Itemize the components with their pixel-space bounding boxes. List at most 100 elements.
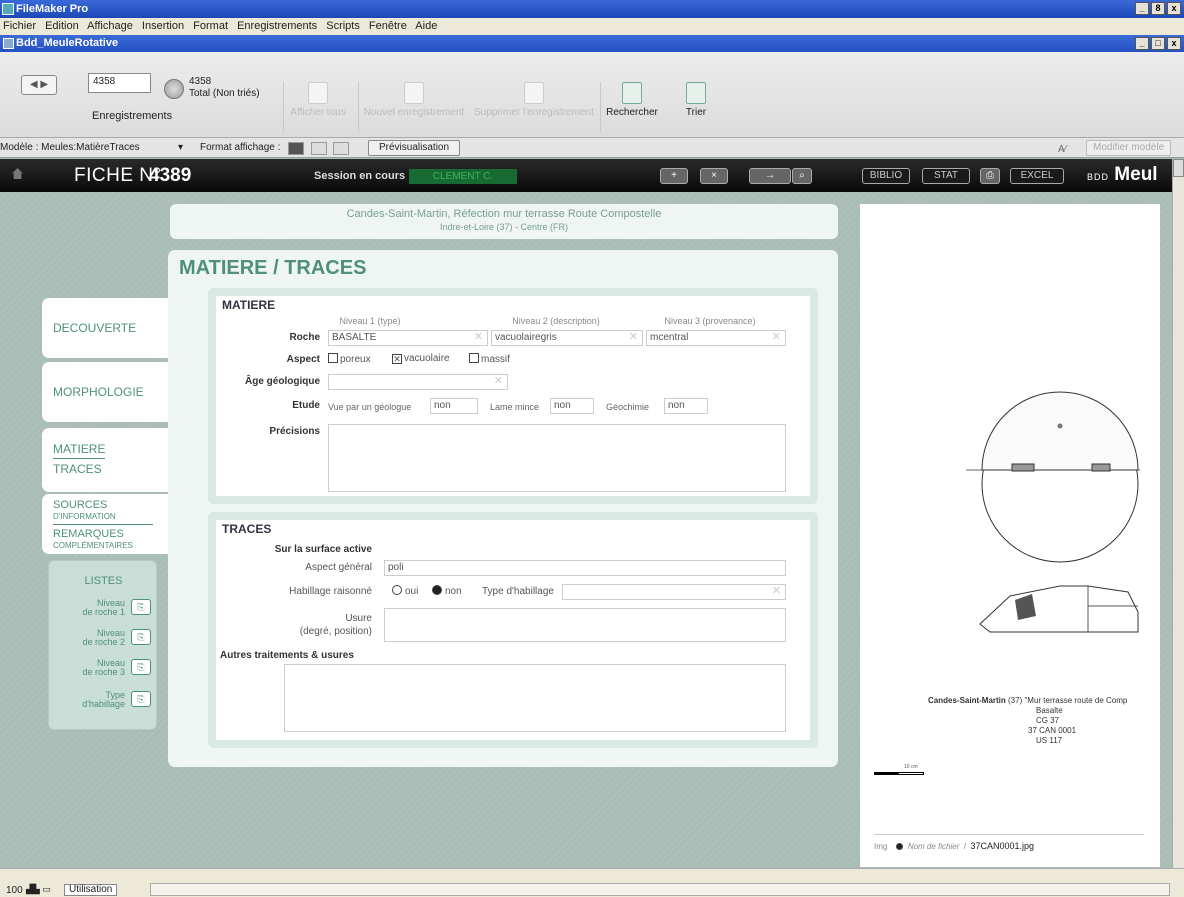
print-icon[interactable]: ⎙ [980, 168, 1000, 184]
radio-icon[interactable] [895, 843, 903, 850]
session-label: Session en cours : [314, 170, 412, 182]
aspect-massif-checkbox[interactable]: massif [469, 353, 510, 365]
tab-matiere-traces[interactable]: MATIERE TRACES [42, 428, 168, 492]
document-icon [3, 38, 14, 49]
tab-decouverte[interactable]: DECOUVERTE [42, 298, 168, 358]
find-button[interactable]: Rechercher [604, 82, 660, 118]
tab-remarques[interactable]: REMARQUES [53, 529, 168, 540]
column-header-niveau-3: Niveau 3 (provenance) [664, 316, 756, 326]
clear-icon: ✕ [473, 331, 483, 343]
menu-format[interactable]: Format [193, 20, 228, 32]
show-all-button[interactable]: Afficher tous [283, 82, 353, 118]
page-title: MATIERE / TRACES [179, 257, 367, 279]
doc-minimize-button[interactable]: _ [1135, 37, 1149, 50]
navigate-records-icon[interactable]: → [749, 168, 791, 184]
zoom-level[interactable]: 100 [6, 885, 23, 896]
delete-record-icon[interactable]: × [700, 168, 728, 184]
menu-edition[interactable]: Edition [45, 20, 79, 32]
magnifier-icon [622, 82, 642, 104]
biblio-button[interactable]: BIBLIO [862, 168, 910, 184]
aspect-poreux-checkbox[interactable]: poreux [328, 353, 371, 365]
clear-icon: ✕ [493, 375, 503, 387]
roche-niveau-1-field[interactable]: BASALTE ✕ [328, 330, 488, 346]
view-as-list-button[interactable] [311, 142, 327, 155]
open-list-icon[interactable]: ⎘ [131, 691, 151, 707]
new-record-button[interactable]: Nouvel enregistrement [360, 82, 468, 118]
listes-panel: LISTES Niveau de roche 1 ⎘ Niveau de roche… [48, 560, 157, 730]
stat-button[interactable]: STAT [922, 168, 970, 184]
total-records-count: 4358 [189, 76, 212, 87]
usure-field[interactable] [384, 608, 786, 642]
autres-traitements-field[interactable] [284, 664, 786, 732]
search-icon[interactable]: ⌕ [792, 168, 812, 184]
menu-enregistrements[interactable]: Enregistrements [237, 20, 317, 32]
record-navigation-arrows[interactable]: ◀ ▶ [21, 75, 57, 95]
type-habillage-label: Type d'habillage [482, 586, 554, 597]
clear-icon: ✕ [771, 331, 781, 343]
brand-logo: BDD Meul [1087, 164, 1158, 185]
add-record-icon[interactable]: + [660, 168, 688, 184]
delete-record-button[interactable]: Supprimer l'enregistrement [470, 82, 598, 118]
geochimie-field[interactable]: non [664, 398, 708, 414]
clear-icon: ✕ [628, 331, 638, 343]
minimize-button[interactable]: _ [1135, 2, 1149, 15]
lame-mince-field[interactable]: non [550, 398, 594, 414]
maximize-button[interactable]: 8 [1151, 2, 1165, 15]
menu-aide[interactable]: Aide [415, 20, 437, 32]
menu-fenetre[interactable]: Fenêtre [369, 20, 407, 32]
aspect-label: Aspect [286, 354, 320, 365]
precisions-field[interactable] [328, 424, 786, 492]
filemaker-icon [2, 3, 14, 15]
vertical-scrollbar[interactable] [1172, 159, 1184, 868]
view-as-form-button[interactable] [288, 142, 304, 155]
fiche-header: FICHE N° 4389 Session en cours : CLEMENT… [0, 159, 1172, 192]
open-list-icon[interactable]: ⎘ [131, 629, 151, 645]
roche-niveau-2-field[interactable]: vacuolairegris ✕ [491, 330, 643, 346]
mode-selector[interactable]: Utilisation [64, 884, 118, 896]
lame-mince-label: Lame mince [490, 402, 540, 412]
main-panel: MATIERE / TRACES MATIERE Niveau 1 (type)… [168, 250, 838, 767]
zoom-controls-icon[interactable]: ▟▙ ▭ [26, 884, 51, 895]
type-habillage-field[interactable]: ✕ [562, 584, 786, 600]
tab-morphologie[interactable]: MORPHOLOGIE [42, 362, 168, 422]
tab-sources-remarques[interactable]: SOURCES D'INFORMATION REMARQUES COMPLÉME… [42, 494, 168, 554]
roche-niveau-3-field[interactable]: mcentral ✕ [646, 330, 786, 346]
menu-affichage[interactable]: Affichage [87, 20, 133, 32]
preview-button[interactable]: Prévisualisation [368, 140, 461, 156]
scale-bar: 10 cm [874, 764, 924, 775]
usure-label: Usure (degré, position) [299, 613, 372, 637]
column-header-niveau-2: Niveau 2 (description) [512, 316, 600, 326]
habillage-non-radio[interactable]: non [432, 585, 462, 597]
chevron-down-icon[interactable]: ▾ [178, 138, 183, 158]
view-as-table-button[interactable] [333, 142, 349, 155]
home-icon[interactable] [12, 168, 23, 179]
text-formatting-button[interactable]: A⁄ [1058, 140, 1066, 160]
horizontal-scrollbar[interactable] [150, 883, 1170, 896]
menu-scripts[interactable]: Scripts [326, 20, 360, 32]
excel-button[interactable]: EXCEL [1010, 168, 1064, 184]
layout-bar: Modèle : Meules:MatièreTraces ▾ Format a… [0, 138, 1184, 158]
matiere-section: MATIERE Niveau 1 (type) Niveau 2 (descri… [208, 288, 818, 504]
aspect-general-field[interactable]: poli [384, 560, 786, 576]
open-list-icon[interactable]: ⎘ [131, 659, 151, 675]
age-geologique-field[interactable]: ✕ [328, 374, 508, 390]
site-region: Indre-et-Loire (37) - Centre (FR) [439, 222, 569, 232]
doc-restore-button[interactable]: □ [1151, 37, 1165, 50]
doc-close-button[interactable]: x [1167, 37, 1181, 50]
menu-fichier[interactable]: Fichier [3, 20, 36, 32]
habillage-oui-radio[interactable]: oui [392, 585, 418, 597]
layout-selector[interactable]: Modèle : Meules:MatièreTraces [0, 138, 140, 158]
close-button[interactable]: x [1167, 2, 1181, 15]
open-list-icon[interactable]: ⎘ [131, 599, 151, 615]
edit-layout-button[interactable]: Modifier modèle [1086, 140, 1172, 156]
surface-active-label: Sur la surface active [274, 544, 372, 555]
geologue-field[interactable]: non [430, 398, 478, 414]
menu-insertion[interactable]: Insertion [142, 20, 184, 32]
age-geologique-label: Âge géologique [245, 376, 320, 387]
total-records-label: Total (Non triés) [189, 88, 260, 99]
aspect-vacuolaire-checkbox[interactable]: ✕ vacuolaire [392, 353, 450, 364]
record-number-input[interactable]: 4358 [88, 73, 151, 93]
tab-sources[interactable]: SOURCES [53, 500, 168, 511]
sort-button[interactable]: Trier [676, 82, 716, 118]
drawing-panel: Candes-Saint-Martin (37) "Mur terrasse r… [860, 204, 1160, 867]
